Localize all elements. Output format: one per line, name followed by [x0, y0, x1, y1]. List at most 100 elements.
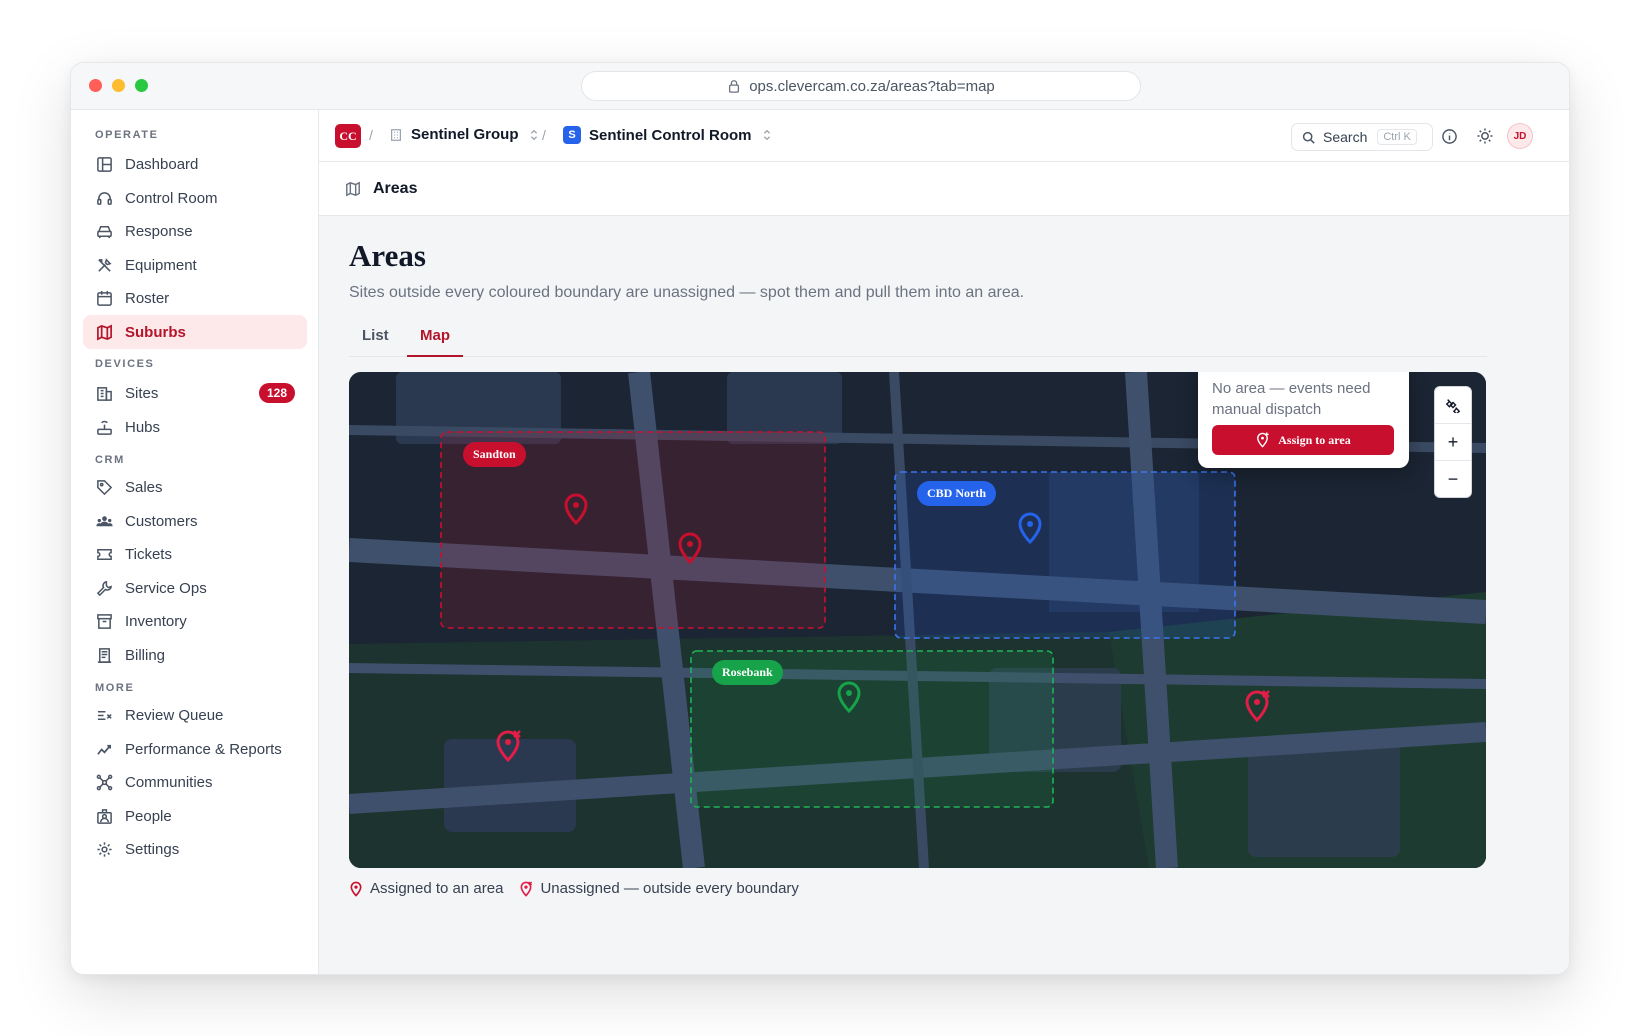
- area-label-sandton[interactable]: Sandton: [463, 442, 526, 467]
- sidebar-item-label: Control Room: [125, 189, 218, 207]
- legend-unassigned: Unassigned — outside every boundary: [519, 880, 799, 897]
- tab-list[interactable]: List: [362, 327, 389, 357]
- sidebar-item-review-queue[interactable]: Review Queue: [83, 698, 307, 732]
- browser-window: ops.clevercam.co.za/areas?tab=map OPERAT…: [70, 62, 1570, 975]
- dashboard-icon: [95, 155, 113, 173]
- area-label-cbd-north[interactable]: CBD North: [917, 481, 996, 506]
- close-window-button[interactable]: [89, 79, 102, 92]
- wrench-icon: [95, 579, 113, 597]
- trend-icon: [95, 740, 113, 758]
- unassigned-pin-icon[interactable]: [493, 729, 523, 763]
- sidebar-item-label: Hubs: [125, 418, 161, 436]
- sidebar-item-control-room[interactable]: Control Room: [83, 181, 307, 215]
- maximize-window-button[interactable]: [135, 79, 148, 92]
- assign-to-area-button[interactable]: Assign to area: [1212, 425, 1394, 455]
- section-label-more: MORE: [95, 682, 135, 694]
- sidebar-item-label: Suburbs: [125, 323, 186, 341]
- sidebar-item-label: Settings: [125, 840, 180, 858]
- page-title: Areas: [349, 238, 426, 273]
- sidebar-item-label: Sites: [125, 384, 159, 402]
- page-subtitle: Sites outside every coloured boundary ar…: [349, 284, 1025, 301]
- sidebar-item-customers[interactable]: Customers: [83, 504, 307, 538]
- search-shortcut: Ctrl K: [1377, 129, 1417, 145]
- map-legend: Assigned to an area Unassigned — outside…: [349, 880, 815, 897]
- sidebar-item-equipment[interactable]: Equipment: [83, 248, 307, 282]
- site-popup: No area — events need manual dispatch As…: [1198, 372, 1409, 468]
- zoom-out-button[interactable]: −: [1435, 461, 1471, 498]
- org-logo[interactable]: CC: [335, 124, 361, 148]
- sidebar-item-tickets[interactable]: Tickets: [83, 537, 307, 571]
- map-pin-icon[interactable]: [675, 531, 705, 565]
- sidebar-item-people[interactable]: People: [83, 799, 307, 833]
- sidebar-item-communities[interactable]: Communities: [83, 765, 307, 799]
- hub-icon: [95, 418, 113, 436]
- sidebar-item-hubs[interactable]: Hubs: [83, 410, 307, 444]
- top-bar: CC / Sentinel Group / S Sentinel Control…: [319, 110, 1569, 162]
- search-icon: [1302, 131, 1315, 144]
- sidebar-item-label: Dashboard: [125, 155, 199, 173]
- sidebar-item-response[interactable]: Response: [83, 214, 307, 248]
- room-badge: S: [563, 126, 581, 144]
- breadcrumb-separator: /: [369, 127, 373, 143]
- headset-icon: [95, 189, 113, 207]
- map-controls: + −: [1434, 386, 1472, 498]
- minimize-window-button[interactable]: [112, 79, 125, 92]
- room-switcher[interactable]: S Sentinel Control Room: [563, 126, 774, 144]
- sidebar-item-performance-reports[interactable]: Performance & Reports: [83, 732, 307, 766]
- sidebar-item-label: Performance & Reports: [125, 740, 282, 758]
- map-pin-icon[interactable]: [561, 492, 591, 526]
- sidebar-item-label: People: [125, 807, 172, 825]
- sidebar-item-label: Roster: [125, 289, 170, 307]
- info-icon[interactable]: [1439, 126, 1459, 146]
- org-switcher[interactable]: Sentinel Group: [389, 126, 541, 143]
- zoom-in-button[interactable]: +: [1435, 424, 1471, 461]
- sidebar-item-label: Tickets: [125, 545, 172, 563]
- sidebar-item-label: Equipment: [125, 256, 197, 274]
- sidebar-item-billing[interactable]: Billing: [83, 638, 307, 672]
- sidebar-item-roster[interactable]: Roster: [83, 281, 307, 315]
- sites-count-badge: 128: [258, 383, 295, 403]
- main-content: CC / Sentinel Group / S Sentinel Control…: [319, 110, 1569, 974]
- users-icon: [95, 512, 113, 530]
- sidebar-item-inventory[interactable]: Inventory: [83, 604, 307, 638]
- tab-map[interactable]: Map: [407, 327, 463, 357]
- area-label-rosebank[interactable]: Rosebank: [712, 660, 783, 685]
- theme-toggle-icon[interactable]: [1475, 126, 1495, 146]
- sidebar-item-label: Review Queue: [125, 706, 224, 724]
- map-icon: [346, 181, 360, 196]
- sidebar-item-sites[interactable]: Sites 128: [83, 376, 307, 410]
- address-bar[interactable]: ops.clevercam.co.za/areas?tab=map: [581, 71, 1141, 101]
- sidebar-item-suburbs[interactable]: Suburbs: [83, 315, 307, 349]
- section-label-devices: DEVICES: [95, 358, 155, 370]
- chevron-updown-icon: [530, 129, 537, 140]
- sidebar-item-service-ops[interactable]: Service Ops: [83, 571, 307, 605]
- sidebar-item-label: Communities: [125, 773, 213, 791]
- legend-unassigned-label: Unassigned — outside every boundary: [540, 880, 799, 897]
- breadcrumb-separator: /: [542, 127, 546, 143]
- sidebar-item-dashboard[interactable]: Dashboard: [83, 147, 307, 181]
- sidebar-item-label: Customers: [125, 512, 198, 530]
- map-pin-icon: [350, 881, 362, 897]
- areas-map[interactable]: Sandton CBD North Rosebank No area — eve…: [349, 372, 1486, 868]
- view-tabs: List Map: [349, 315, 1487, 357]
- sidebar-item-sales[interactable]: Sales: [83, 470, 307, 504]
- satellite-toggle-button[interactable]: [1435, 387, 1471, 424]
- satellite-icon: [1445, 399, 1461, 413]
- map-icon: [95, 323, 113, 341]
- section-label-operate: OPERATE: [95, 129, 159, 141]
- chevron-updown-icon: [763, 129, 770, 141]
- sidebar-item-settings[interactable]: Settings: [83, 832, 307, 866]
- search-button[interactable]: Search Ctrl K: [1291, 123, 1433, 151]
- org-name: Sentinel Group: [411, 126, 519, 143]
- pin-plus-icon: [1257, 432, 1269, 448]
- map-pin-icon[interactable]: [834, 680, 864, 714]
- calendar-icon: [95, 289, 113, 307]
- unassigned-pin-icon[interactable]: [1242, 689, 1272, 723]
- legend-assigned-label: Assigned to an area: [370, 880, 504, 897]
- page-header-bar: Areas: [319, 162, 1569, 216]
- avatar[interactable]: JD: [1507, 123, 1533, 149]
- sidebar-item-label: Inventory: [125, 612, 187, 630]
- map-pin-icon[interactable]: [1015, 511, 1045, 545]
- browser-chrome: ops.clevercam.co.za/areas?tab=map: [71, 63, 1569, 110]
- tag-icon: [95, 478, 113, 496]
